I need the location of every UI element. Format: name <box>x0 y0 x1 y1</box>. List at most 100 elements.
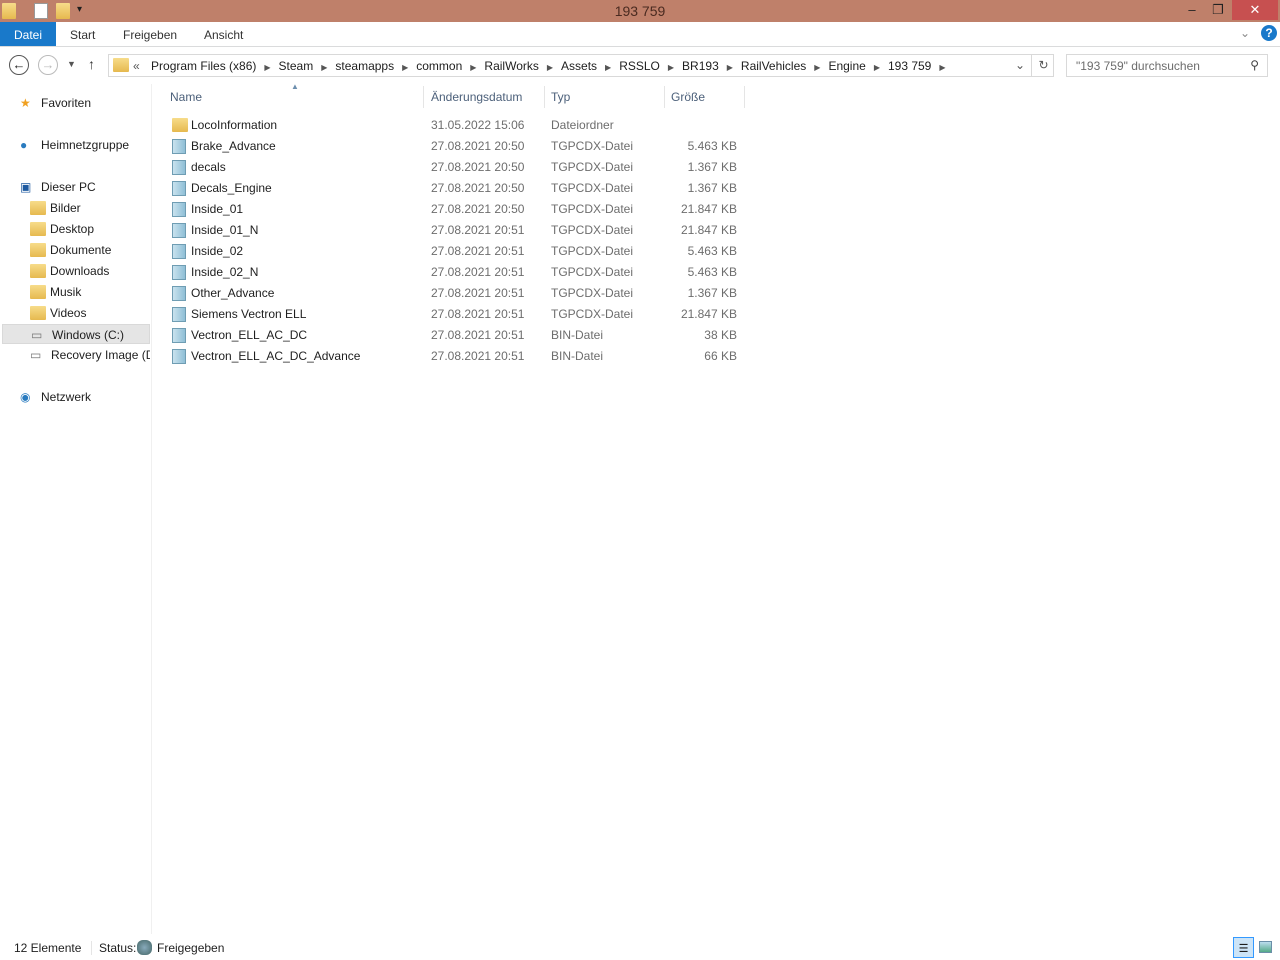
overflow-crumb[interactable]: « <box>133 59 140 73</box>
column-header-type[interactable]: Typ <box>545 86 665 108</box>
file-row[interactable]: Inside_01_N 27.08.2021 20:51 TGPCDX-Date… <box>170 220 740 241</box>
sidebar-item[interactable]: Desktop <box>0 219 150 239</box>
file-row[interactable]: Other_Advance 27.08.2021 20:51 TGPCDX-Da… <box>170 283 740 304</box>
breadcrumb-item[interactable]: common <box>416 59 462 73</box>
star-icon: ★ <box>20 96 31 110</box>
sidebar-item-label: Windows (C:) <box>52 328 125 342</box>
large-icons-view-button[interactable] <box>1259 941 1272 953</box>
file-row[interactable]: decals 27.08.2021 20:50 TGPCDX-Datei 1.3… <box>170 157 740 178</box>
column-header-date[interactable]: Änderungsdatum <box>425 86 545 108</box>
search-icon[interactable]: ⚲ <box>1250 58 1259 72</box>
sidebar-item[interactable]: ● Heimnetzgruppe <box>0 135 150 155</box>
file-date: 27.08.2021 20:50 <box>431 160 525 174</box>
up-button[interactable]: ↑ <box>88 56 95 72</box>
breadcrumb-item[interactable]: 193 759 <box>888 59 931 73</box>
folder-icon <box>172 118 188 132</box>
sidebar-item-label: Desktop <box>50 222 95 236</box>
drive-icon: ▭ <box>31 328 43 342</box>
breadcrumb-chevron-icon[interactable]: ▶ <box>605 63 611 72</box>
breadcrumb-chevron-icon[interactable]: ▶ <box>402 63 408 72</box>
breadcrumb-chevron-icon[interactable]: ▶ <box>321 63 327 72</box>
documents-folder-icon <box>30 243 46 257</box>
breadcrumb-item[interactable]: RailWorks <box>484 59 538 73</box>
file-name: Inside_01 <box>191 202 244 216</box>
sidebar-item[interactable]: Musik <box>0 282 150 302</box>
forward-button[interactable]: → <box>38 55 58 75</box>
file-row[interactable]: Inside_02_N 27.08.2021 20:51 TGPCDX-Date… <box>170 262 740 283</box>
sidebar-item[interactable]: Bilder <box>0 198 150 218</box>
file-row[interactable]: Siemens Vectron ELL 27.08.2021 20:51 TGP… <box>170 304 740 325</box>
breadcrumb-chevron-icon[interactable]: ▶ <box>470 63 476 72</box>
sidebar-item-label: Heimnetzgruppe <box>41 138 130 152</box>
sidebar-item[interactable]: ▣ Dieser PC <box>0 177 150 197</box>
file-name: Vectron_ELL_AC_DC <box>191 328 308 342</box>
sidebar-item[interactable]: Dokumente <box>0 240 150 260</box>
tab-datei[interactable]: Datei <box>0 22 56 46</box>
file-date: 31.05.2022 15:06 <box>431 118 525 132</box>
sidebar-item[interactable]: Videos <box>0 303 150 323</box>
breadcrumb-item[interactable]: Assets <box>561 59 597 73</box>
sidebar-item[interactable]: ◉ Netzwerk <box>0 387 150 407</box>
tab-freigeben[interactable]: Freigeben <box>109 22 191 46</box>
file-icon <box>172 349 186 364</box>
sidebar-item-label: Videos <box>50 306 87 320</box>
tab-ansicht[interactable]: Ansicht <box>190 22 257 46</box>
breadcrumb-chevron-icon[interactable]: ▶ <box>939 63 945 72</box>
file-type: TGPCDX-Datei <box>551 244 634 258</box>
file-name: Other_Advance <box>191 286 275 300</box>
breadcrumb-chevron-icon[interactable]: ▶ <box>264 63 270 72</box>
address-bar[interactable]: « Program Files (x86) ▶ Steam ▶ steamapps ▶ co… <box>108 54 1054 77</box>
file-row[interactable]: LocoInformation 31.05.2022 15:06 Dateior… <box>170 115 740 136</box>
breadcrumb-chevron-icon[interactable]: ▶ <box>874 63 880 72</box>
file-row[interactable]: Decals_Engine 27.08.2021 20:50 TGPCDX-Da… <box>170 178 740 199</box>
computer-icon: ▣ <box>20 180 32 194</box>
breadcrumb-chevron-icon[interactable]: ▶ <box>727 63 733 72</box>
sidebar-item[interactable]: ▭ Windows (C:) <box>2 324 150 344</box>
breadcrumb-item[interactable]: RSSLO <box>619 59 660 73</box>
music-folder-icon <box>30 285 46 299</box>
help-icon[interactable]: ? <box>1261 25 1277 41</box>
file-icon <box>172 265 186 280</box>
file-size: 1.367 KB <box>687 286 737 300</box>
breadcrumb-item[interactable]: Program Files (x86) <box>151 59 256 73</box>
breadcrumb-item[interactable]: BR193 <box>682 59 719 73</box>
file-row[interactable]: Inside_01 27.08.2021 20:50 TGPCDX-Datei … <box>170 199 740 220</box>
sidebar-item[interactable]: ★ Favoriten <box>0 93 150 113</box>
search-input[interactable]: "193 759" durchsuchen ⚲ <box>1066 54 1268 77</box>
column-header-size[interactable]: Größe <box>665 86 745 108</box>
file-name: Inside_02 <box>191 244 244 258</box>
sidebar-item[interactable]: ▭ Recovery Image (D <box>0 345 150 365</box>
close-button[interactable]: ✕ <box>1232 0 1278 20</box>
sidebar-item-label: Musik <box>50 285 82 299</box>
expand-ribbon-icon[interactable]: ⌄ <box>1240 26 1250 40</box>
breadcrumb-chevron-icon[interactable]: ▶ <box>668 63 674 72</box>
breadcrumb-item[interactable]: steamapps <box>335 59 394 73</box>
refresh-icon[interactable]: ↻ <box>1031 55 1055 76</box>
breadcrumb-item[interactable]: Engine <box>828 59 865 73</box>
file-date: 27.08.2021 20:51 <box>431 265 525 279</box>
file-row[interactable]: Inside_02 27.08.2021 20:51 TGPCDX-Datei … <box>170 241 740 262</box>
breadcrumb-item[interactable]: Steam <box>279 59 314 73</box>
file-type: TGPCDX-Datei <box>551 307 634 321</box>
details-view-button[interactable]: ☰ <box>1233 937 1254 958</box>
file-name: LocoInformation <box>191 118 278 132</box>
breadcrumb-chevron-icon[interactable]: ▶ <box>814 63 820 72</box>
pictures-folder-icon <box>30 201 46 215</box>
file-row[interactable]: Vectron_ELL_AC_DC_Advance 27.08.2021 20:… <box>170 346 740 367</box>
recent-locations-button[interactable]: ▼ <box>67 59 76 69</box>
breadcrumb-chevron-icon[interactable]: ▶ <box>547 63 553 72</box>
back-button[interactable]: ← <box>9 55 29 75</box>
tab-start[interactable]: Start <box>56 22 109 46</box>
file-row[interactable]: Brake_Advance 27.08.2021 20:50 TGPCDX-Da… <box>170 136 740 157</box>
file-name: Inside_01_N <box>191 223 259 237</box>
file-row[interactable]: Vectron_ELL_AC_DC 27.08.2021 20:51 BIN-D… <box>170 325 740 346</box>
breadcrumb-item[interactable]: RailVehicles <box>741 59 806 73</box>
file-type: TGPCDX-Datei <box>551 202 634 216</box>
file-name: decals <box>191 160 226 174</box>
minimize-button[interactable]: – <box>1180 0 1204 20</box>
column-header-name[interactable]: Name <box>164 86 424 108</box>
restore-button[interactable]: ❐ <box>1206 0 1230 20</box>
file-size: 5.463 KB <box>687 244 737 258</box>
sidebar-item[interactable]: Downloads <box>0 261 150 281</box>
address-dropdown-icon[interactable]: ⌄ <box>1015 58 1025 72</box>
